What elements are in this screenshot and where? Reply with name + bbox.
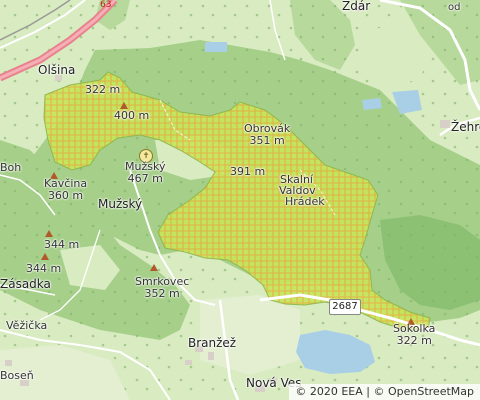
peak-icon: [150, 264, 158, 271]
peak-label: Kavčina 360 m: [44, 177, 88, 202]
attribution-separator: |: [362, 385, 374, 398]
place-label: Olšina: [38, 63, 76, 77]
road-number-badge: 2687: [329, 299, 361, 315]
place-label: Branžež: [188, 336, 237, 350]
attribution-eea: © 2020 EEA: [295, 385, 363, 398]
place-label-fragment: od: [448, 2, 461, 13]
place-label: Hrádek: [285, 195, 325, 208]
peak-label: Obrovák 351 m: [244, 122, 291, 147]
peak-icon: [41, 253, 49, 260]
place-label: Ždár: [342, 0, 371, 13]
elevation-label: 344 m: [44, 238, 80, 251]
peak-label: Mužský 467 m: [125, 160, 166, 185]
elevation-label: 344 m: [26, 262, 62, 275]
place-label: Mužský: [98, 197, 143, 211]
place-label: Boseň: [0, 369, 34, 382]
place-label: Věžička: [6, 319, 48, 332]
place-label: Žehrov: [451, 120, 480, 134]
peak-icon: [45, 230, 53, 237]
peak-label: Sokolka 322 m: [393, 322, 436, 347]
map-view[interactable]: ✝ Ždár od Olšina Žehrov 322 m 400 m Obro…: [0, 0, 480, 400]
elevation-label: 322 m: [85, 83, 121, 96]
highway-number: 63: [100, 0, 112, 10]
attribution-osm-link[interactable]: © OpenStreetMap: [373, 385, 474, 398]
place-label: Zásadka: [0, 277, 51, 291]
peak-label: Smrkovec 352 m: [135, 275, 190, 300]
peak-icon: [120, 102, 128, 109]
elevation-label: 400 m: [114, 109, 150, 122]
place-label: Boh: [0, 161, 22, 174]
elevation-label: 391 m: [230, 165, 266, 178]
attribution: © 2020 EEA | © OpenStreetMap: [289, 384, 480, 400]
